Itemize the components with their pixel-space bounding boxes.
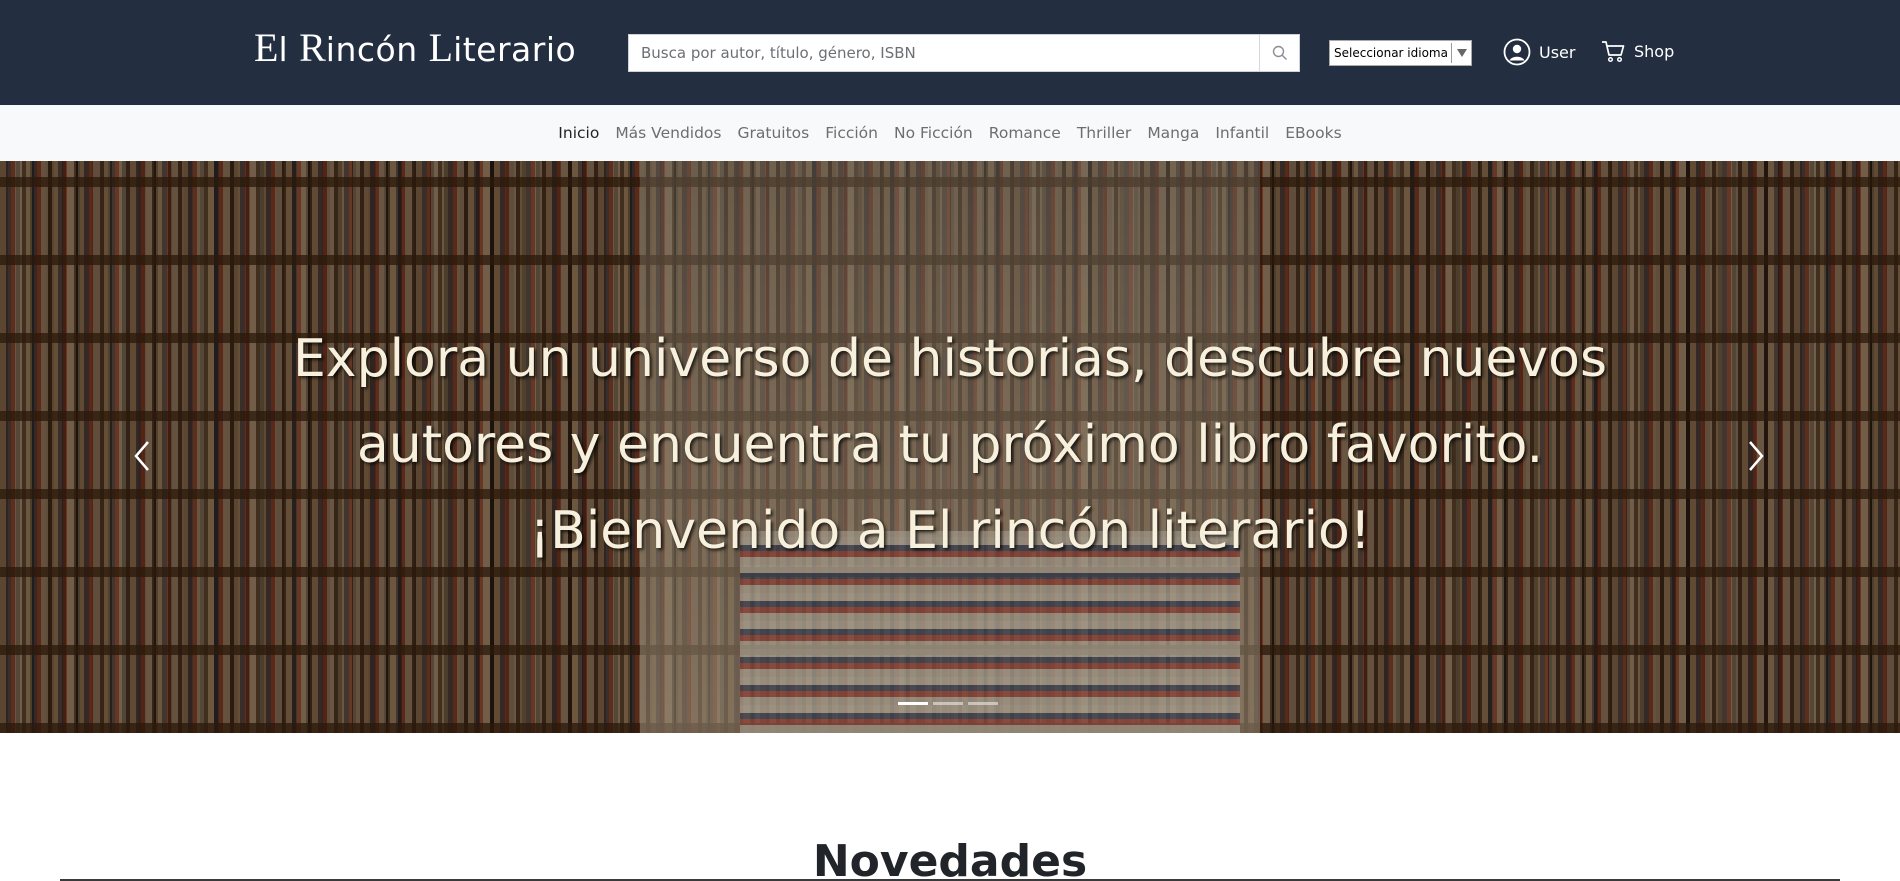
section-title: Novedades — [812, 836, 1088, 881]
carousel-next-button[interactable] — [1736, 421, 1776, 491]
chevron-left-icon — [134, 441, 149, 471]
logo-initial-l: L — [428, 25, 454, 70]
logo-word-rincon: incón — [325, 30, 429, 69]
cart-icon — [1602, 41, 1625, 63]
nav-item-ebooks[interactable]: EBooks — [1285, 124, 1341, 142]
search-icon — [1272, 45, 1287, 60]
category-nav: Inicio Más Vendidos Gratuitos Ficción No… — [0, 105, 1900, 161]
shop-link[interactable]: Shop — [1600, 38, 1674, 64]
nav-item-infantil[interactable]: Infantil — [1215, 124, 1269, 142]
logo-word-el: l — [278, 30, 300, 69]
nav-item-thriller[interactable]: Thriller — [1077, 124, 1132, 142]
carousel-indicators — [898, 702, 998, 705]
triangle-down-icon — [1451, 43, 1471, 63]
search-input[interactable] — [629, 35, 1259, 71]
nav-item-gratuitos[interactable]: Gratuitos — [738, 124, 810, 142]
logo-initial-r: R — [299, 25, 326, 70]
top-header: El Rincón Literario Seleccionar idioma U… — [0, 0, 1900, 105]
nav-item-manga[interactable]: Manga — [1147, 124, 1199, 142]
hero-caption: Explora un universo de historias, descub… — [0, 316, 1900, 574]
carousel-indicator-3[interactable] — [968, 702, 998, 705]
nav-item-mas-vendidos[interactable]: Más Vendidos — [615, 124, 721, 142]
search-bar — [628, 34, 1300, 72]
search-button[interactable] — [1259, 35, 1299, 71]
shop-label: Shop — [1634, 41, 1675, 61]
logo-initial-e: E — [254, 25, 279, 70]
carousel-indicator-1[interactable] — [898, 702, 928, 705]
nav-item-romance[interactable]: Romance — [989, 124, 1061, 142]
carousel-indicator-2[interactable] — [933, 702, 963, 705]
language-select[interactable]: Seleccionar idioma — [1329, 40, 1472, 66]
carousel-prev-button[interactable] — [122, 421, 162, 491]
hero-caption-line-2: autores y encuentra tu próximo libro fav… — [356, 415, 1544, 475]
chevron-right-icon — [1749, 441, 1764, 471]
nav-item-ficcion[interactable]: Ficción — [825, 124, 878, 142]
language-select-value: Seleccionar idioma — [1334, 46, 1448, 60]
site-logo[interactable]: El Rincón Literario — [254, 24, 576, 71]
nav-item-no-ficcion[interactable]: No Ficción — [894, 124, 973, 142]
logo-word-literario: iterario — [453, 30, 577, 69]
hero-carousel: Explora un universo de historias, descub… — [0, 161, 1900, 733]
hero-caption-line-1: Explora un universo de historias, descub… — [292, 329, 1608, 389]
user-label: User — [1539, 42, 1576, 62]
hero-caption-line-3: ¡Bienvenido a El rincón literario! — [529, 501, 1371, 561]
user-circle-icon — [1503, 38, 1531, 66]
nav-item-inicio[interactable]: Inicio — [558, 124, 599, 142]
user-link[interactable]: User — [1503, 38, 1575, 66]
